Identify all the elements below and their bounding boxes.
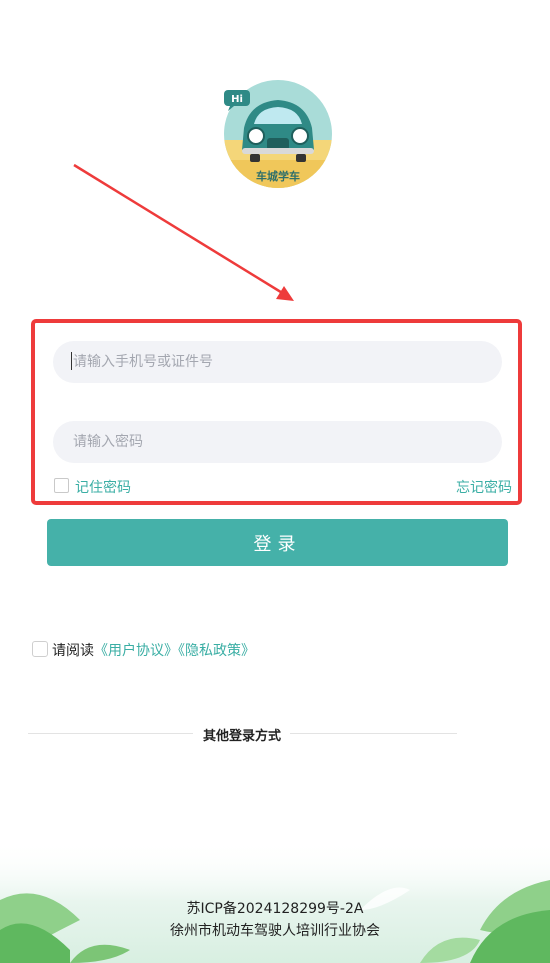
icp-record-text: 苏ICP备2024128299号-2A [186, 901, 364, 917]
remember-password-checkbox[interactable] [54, 478, 69, 493]
app-logo: Hi 车城学车 [224, 80, 332, 188]
logo-badge-text: Hi [231, 94, 243, 105]
logo-brand-text: 车城学车 [256, 169, 300, 183]
login-button[interactable]: 登录 [47, 519, 508, 566]
forgot-password-link[interactable]: 忘记密码 [456, 477, 512, 497]
user-agreement-link[interactable]: 《用户协议》 [94, 643, 178, 659]
text-caret [71, 352, 72, 370]
phone-field[interactable] [53, 341, 502, 383]
remember-password-label[interactable]: 记住密码 [75, 477, 131, 497]
divider-right [290, 733, 457, 734]
divider-left [28, 733, 193, 734]
phone-input[interactable] [71, 353, 502, 371]
organization-name: 徐州市机动车驾驶人培训行业协会 [170, 923, 380, 939]
agreement-prefix: 请阅读 [52, 643, 94, 659]
password-input[interactable] [71, 433, 502, 451]
agreement-checkbox[interactable] [32, 641, 48, 657]
privacy-policy-link[interactable]: 《隐私政策》 [178, 643, 255, 659]
other-login-title: 其他登录方式 [203, 729, 282, 744]
password-field[interactable] [53, 421, 502, 463]
agreement-text: 请阅读《用户协议》《隐私政策》 [52, 640, 255, 660]
